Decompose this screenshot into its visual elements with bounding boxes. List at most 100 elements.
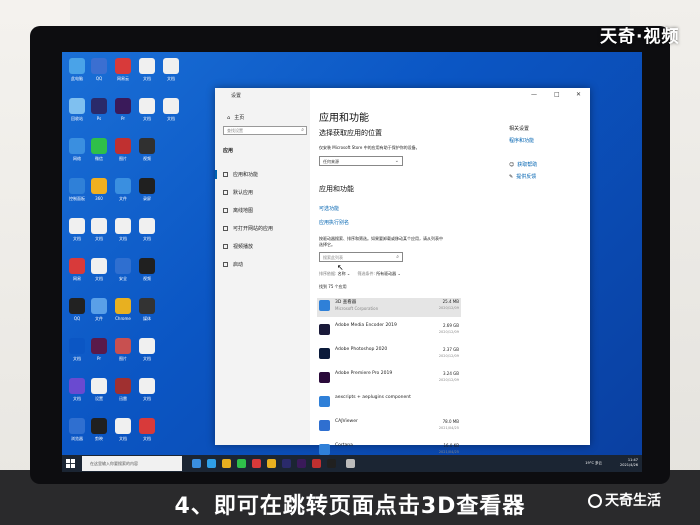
desktop-shortcut[interactable]: 文档	[134, 58, 160, 81]
app-date: 2020/12/09	[438, 378, 459, 382]
desktop-shortcut[interactable]: 图片	[110, 138, 136, 161]
desktop-shortcut[interactable]: Pr	[110, 98, 136, 121]
desktop-shortcut[interactable]: 文件	[86, 298, 112, 321]
desktop-shortcut[interactable]: Ps	[86, 98, 112, 121]
app-icon	[139, 258, 155, 274]
app-row[interactable]: aexcripts + aeplugins component	[319, 394, 459, 413]
desktop-shortcut[interactable]: 文件	[110, 178, 136, 201]
task-view-icon[interactable]	[192, 459, 201, 468]
maximize-button[interactable]: □	[554, 91, 560, 98]
sidebar-item-apps-features[interactable]: 应用和功能	[223, 171, 258, 178]
desktop-shortcut[interactable]: Pr	[86, 338, 112, 361]
sidebar-item-startup[interactable]: 启动	[223, 261, 243, 268]
system-tray[interactable]: 11:47 2021/4/26	[620, 458, 638, 468]
desktop-shortcut[interactable]: 微信	[86, 138, 112, 161]
desktop-shortcut[interactable]: 网易云	[110, 58, 136, 81]
desktop-shortcut-label: 媒体	[143, 316, 151, 321]
desktop-shortcut[interactable]: Chrome	[110, 298, 136, 321]
windows-start-icon[interactable]	[66, 459, 75, 468]
app-icon	[115, 98, 131, 114]
app-source-dropdown[interactable]: 任何来源 ⌄	[319, 156, 403, 166]
app-icon	[69, 258, 85, 274]
app-icon	[139, 178, 155, 194]
sidebar-home[interactable]: ⌂ 主页	[227, 114, 244, 121]
desktop-shortcut[interactable]: 视频	[134, 138, 160, 161]
desktop-shortcut-label: 文档	[119, 236, 127, 241]
desktop-shortcut[interactable]: 剪映	[86, 418, 112, 441]
desktop-shortcut[interactable]: 迅雷	[110, 378, 136, 401]
app-row[interactable]: Adobe Photoshop 2020 2.37 GB 2020/12/09	[319, 346, 459, 365]
app-icon	[69, 218, 85, 234]
desktop-shortcut-label: 360	[95, 196, 103, 201]
programs-features-link[interactable]: 程序和功能	[509, 137, 534, 144]
desktop-shortcut[interactable]: 文档	[86, 218, 112, 241]
file-explorer-icon[interactable]	[222, 459, 231, 468]
photoshop-icon[interactable]	[282, 459, 291, 468]
sidebar-search-input[interactable]: 查找设置 ⌕	[223, 126, 307, 135]
desktop-shortcut[interactable]: QQ	[86, 58, 112, 81]
sidebar-item-offline-maps[interactable]: 离线地图	[223, 207, 253, 214]
app-row[interactable]: Cortana 16.0 KB 2021/04/25	[319, 442, 459, 461]
desktop-shortcut-label: 设置	[95, 396, 103, 401]
app-icon	[319, 324, 330, 335]
app-date: 2020/12/09	[438, 354, 459, 358]
app-size: 16.0 KB	[443, 443, 459, 448]
app-icon	[91, 258, 107, 274]
desktop-shortcut[interactable]: 文档	[110, 418, 136, 441]
desktop-shortcut[interactable]: 文档	[134, 378, 160, 401]
app-icon	[163, 58, 179, 74]
desktop-shortcut[interactable]: 录屏	[134, 178, 160, 201]
filter-dropdown[interactable]: 所有驱动器	[376, 271, 396, 276]
optional-features-link[interactable]: 可选功能	[319, 205, 339, 212]
tray-weather: 19°C 多云	[585, 461, 602, 465]
taskbar-search-box[interactable]: 在这里输入你要搜索的内容	[82, 456, 182, 471]
desktop-shortcut[interactable]: 文档	[158, 98, 184, 121]
app-row[interactable]: Adobe Premiere Pro 2019 3.24 GB 2020/12/09	[319, 370, 459, 389]
app-icon	[115, 378, 131, 394]
app-icon	[163, 98, 179, 114]
chrome-icon[interactable]	[267, 459, 276, 468]
app-list-search-input[interactable]: 搜索此列表 ⌕	[319, 252, 403, 262]
desktop-shortcut[interactable]: 视频	[134, 258, 160, 281]
sidebar-item-default-apps[interactable]: 默认应用	[223, 189, 253, 196]
sidebar-item-video-playback[interactable]: 视频播放	[223, 243, 253, 250]
app-size: 2.37 GB	[442, 347, 459, 352]
desktop-shortcut-label: 文档	[95, 276, 103, 281]
app-icon	[139, 98, 155, 114]
desktop-shortcut[interactable]: 文档	[134, 98, 160, 121]
app-icon	[319, 372, 330, 383]
sidebar-item-apps-for-websites[interactable]: 可打开网站的应用	[223, 225, 273, 232]
app-date: 2020/12/09	[438, 330, 459, 334]
app-icon	[69, 98, 85, 114]
app-row[interactable]: CAJViewer 78.0 MB 2021/04/25	[319, 418, 459, 437]
app-icon[interactable]	[252, 459, 261, 468]
desktop-shortcut[interactable]: 安全	[110, 258, 136, 281]
app-publisher: Microsoft Corporation	[335, 306, 379, 311]
close-button[interactable]: ✕	[576, 91, 581, 98]
app-name: aexcripts + aeplugins component	[335, 395, 411, 400]
wechat-icon[interactable]	[237, 459, 246, 468]
minimize-button[interactable]: —	[531, 91, 537, 98]
feedback-link[interactable]: ✎ 提供反馈	[509, 173, 536, 180]
desktop-shortcut[interactable]: 文档	[110, 218, 136, 241]
app-execution-alias-link[interactable]: 应用执行别名	[319, 219, 349, 226]
app-row-3d-viewer[interactable]: 3D 查看器 Microsoft Corporation 25.4 MB 2020/1…	[319, 298, 459, 317]
desktop-shortcut[interactable]: 文档	[158, 58, 184, 81]
desktop-shortcut[interactable]: 文档	[86, 258, 112, 281]
desktop-shortcut[interactable]: 文档	[134, 338, 160, 361]
desktop-shortcut[interactable]: 360	[86, 178, 112, 201]
premiere-icon[interactable]	[297, 459, 306, 468]
desktop-shortcut[interactable]: 文档	[134, 418, 160, 441]
search-icon: ⌕	[396, 254, 399, 260]
app-icon	[139, 418, 155, 434]
desktop-shortcut[interactable]: 媒体	[134, 298, 160, 321]
app-row[interactable]: Adobe Media Encoder 2019 2.69 GB 2020/12/0…	[319, 322, 459, 341]
desktop-shortcut[interactable]: 设置	[86, 378, 112, 401]
edge-icon[interactable]	[207, 459, 216, 468]
app-icon	[115, 418, 131, 434]
chevron-down-icon: ⌄	[396, 271, 401, 276]
desktop-shortcut[interactable]: 文档	[134, 218, 160, 241]
app-icon	[319, 348, 330, 359]
get-help-link[interactable]: ☺ 获取帮助	[509, 161, 537, 168]
desktop-shortcut[interactable]: 图片	[110, 338, 136, 361]
